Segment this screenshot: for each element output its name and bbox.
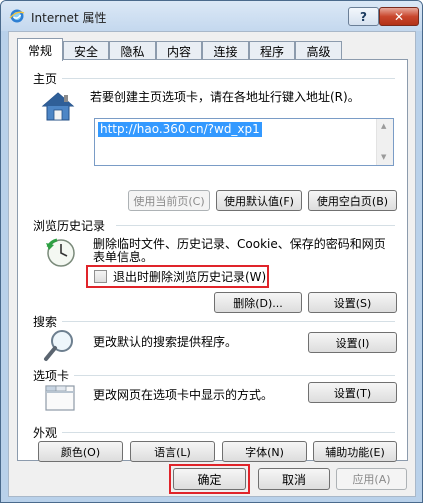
scroll-down-arrow-icon[interactable]: ▼ bbox=[381, 153, 386, 161]
title-bar[interactable]: Internet 属性 ? ✕ bbox=[1, 1, 422, 31]
delete-history-button[interactable]: 删除(D)... bbox=[214, 292, 302, 313]
magnifier-icon bbox=[44, 330, 73, 361]
help-button[interactable]: ? bbox=[348, 7, 379, 26]
search-settings-button[interactable]: 设置(I) bbox=[308, 332, 397, 353]
scroll-up-arrow-icon[interactable]: ▲ bbox=[381, 122, 386, 130]
tab-privacy[interactable]: 隐私 bbox=[109, 41, 156, 60]
tab-security[interactable]: 安全 bbox=[63, 41, 109, 60]
tab-general[interactable]: 常规 bbox=[17, 38, 63, 61]
house-icon bbox=[41, 92, 75, 121]
appearance-section-title: 外观 bbox=[33, 426, 58, 440]
history-description-line1: 删除临时文件、历史记录、Cookie、保存的密码和网页 bbox=[93, 237, 386, 251]
fonts-button[interactable]: 字体(N) bbox=[222, 441, 307, 462]
use-default-button[interactable]: 使用默认值(F) bbox=[216, 190, 302, 211]
use-current-button[interactable]: 使用当前页(C) bbox=[128, 190, 210, 211]
use-blank-button[interactable]: 使用空白页(B) bbox=[308, 190, 397, 211]
tab-advanced[interactable]: 高级 bbox=[295, 41, 342, 60]
internet-properties-window: Internet 属性 ? ✕ 常规 安全 隐私 内容 连接 程序 高级 主页 … bbox=[0, 0, 423, 503]
history-settings-button[interactable]: 设置(S) bbox=[308, 292, 397, 313]
url-scrollbar[interactable]: ▲ ▼ bbox=[376, 119, 393, 165]
search-description: 更改默认的搜索提供程序。 bbox=[93, 335, 238, 349]
homepage-url-textarea[interactable]: http://hao.360.cn/?wd_xp1 ▲ ▼ bbox=[94, 118, 394, 166]
section-divider bbox=[62, 432, 395, 433]
colors-button[interactable]: 颜色(O) bbox=[38, 441, 123, 462]
ie-globe-icon bbox=[9, 9, 25, 23]
apply-button[interactable]: 应用(A) bbox=[336, 468, 407, 490]
tab-connections[interactable]: 连接 bbox=[202, 41, 249, 60]
tab-programs[interactable]: 程序 bbox=[249, 41, 295, 60]
tab-panel-general: 主页 若要创建主页选项卡，请在各地址行键入地址(R)。 http://hao.3… bbox=[17, 59, 408, 462]
languages-button[interactable]: 语言(L) bbox=[130, 441, 215, 462]
highlight-ok-box bbox=[169, 464, 250, 494]
cancel-button[interactable]: 取消 bbox=[258, 468, 330, 490]
homepage-section-title: 主页 bbox=[33, 72, 58, 86]
section-divider bbox=[62, 321, 395, 322]
tabbed-window-icon bbox=[45, 385, 75, 411]
clock-arrow-icon bbox=[46, 238, 75, 267]
history-section-title: 浏览历史记录 bbox=[33, 219, 106, 233]
section-divider bbox=[116, 225, 395, 226]
homepage-url-text: http://hao.360.cn/?wd_xp1 bbox=[98, 122, 262, 137]
accessibility-button[interactable]: 辅助功能(E) bbox=[313, 441, 397, 462]
tab-content[interactable]: 内容 bbox=[156, 41, 202, 60]
tabs-settings-button[interactable]: 设置(T) bbox=[308, 382, 397, 403]
history-description-line2: 表单信息。 bbox=[93, 250, 154, 264]
highlight-checkbox-box bbox=[86, 265, 269, 288]
close-button[interactable]: ✕ bbox=[379, 7, 419, 26]
section-divider bbox=[74, 375, 395, 376]
tabs-description: 更改网页在选项卡中显示的方式。 bbox=[93, 388, 274, 402]
homepage-description: 若要创建主页选项卡，请在各地址行键入地址(R)。 bbox=[90, 90, 360, 104]
section-divider bbox=[62, 78, 395, 79]
dialog-body: 常规 安全 隐私 内容 连接 程序 高级 主页 若要创建主页选项卡，请在各地址行… bbox=[8, 31, 416, 497]
window-title: Internet 属性 bbox=[31, 11, 107, 25]
